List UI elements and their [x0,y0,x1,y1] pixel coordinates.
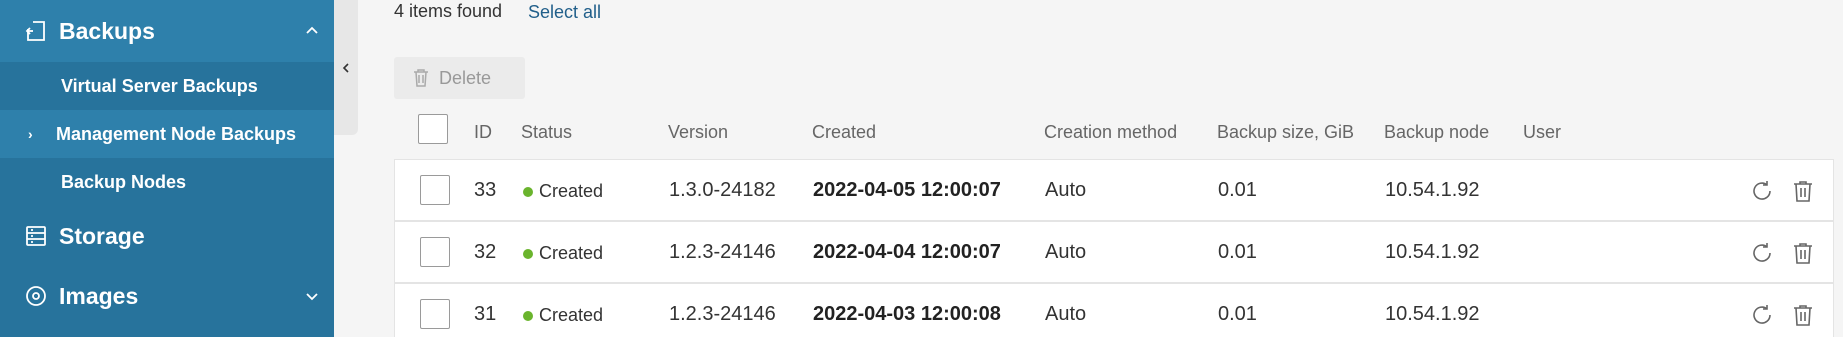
status-badge: Created [523,243,603,264]
trash-icon[interactable] [1791,303,1815,327]
cell-method: Auto [1045,179,1087,201]
nav-storage-label: Storage [59,222,145,249]
cell-version: 1.3.0-24182 [669,179,776,201]
sidebar-item-label: Virtual Server Backups [61,75,258,96]
chevron-up-icon[interactable] [304,23,320,39]
restore-icon[interactable] [1750,303,1774,327]
status-badge: Created [523,181,603,202]
cell-version: 1.2.3-24146 [669,241,776,263]
storage-icon [24,224,48,248]
select-all-link[interactable]: Select all [528,2,601,23]
chevron-down-icon[interactable] [304,288,320,304]
status-badge: Created [523,305,603,326]
select-all-checkbox[interactable] [418,114,448,144]
cell-version: 1.2.3-24146 [669,303,776,325]
sidebar-collapse-button[interactable] [334,0,358,135]
trash-icon[interactable] [1791,241,1815,265]
cell-size: 0.01 [1218,241,1257,263]
cell-size: 0.01 [1218,179,1257,201]
column-header-version[interactable]: Version [668,122,728,143]
nav-backups-label: Backups [59,17,155,44]
restore-icon[interactable] [1750,179,1774,203]
cell-node: 10.54.1.92 [1385,241,1480,263]
row-checkbox[interactable] [420,175,450,205]
sidebar-item-backup-nodes[interactable]: Backup Nodes [0,158,334,206]
cell-created: 2022-04-03 12:00:08 [813,303,1001,325]
row-checkbox[interactable] [420,237,450,267]
column-header-status[interactable]: Status [521,122,572,143]
column-header-created[interactable]: Created [812,122,876,143]
cell-id: 31 [474,303,497,325]
table-row[interactable]: 31 Created 1.2.3-24146 2022-04-03 12:00:… [394,283,1834,337]
sidebar: Backups Virtual Server Backups › Managem… [0,0,334,337]
restore-icon[interactable] [1750,241,1774,265]
nav-images[interactable]: Images [0,266,334,326]
trash-icon [412,68,430,93]
status-dot-icon [523,186,533,197]
cell-created: 2022-04-05 12:00:07 [813,179,1001,201]
backup-icon [24,19,48,43]
column-header-creation-method[interactable]: Creation method [1044,122,1177,143]
column-header-user[interactable]: User [1523,122,1561,143]
cell-id: 32 [474,241,497,263]
cell-node: 10.54.1.92 [1385,179,1480,201]
nav-backups[interactable]: Backups [0,0,334,62]
table-row[interactable]: 32 Created 1.2.3-24146 2022-04-04 12:00:… [394,221,1834,283]
column-header-backup-size[interactable]: Backup size, GiB [1217,122,1354,143]
cell-status: Created [539,181,604,201]
caret-right-icon: › [28,126,33,142]
status-dot-icon [523,248,533,259]
sidebar-item-label: Management Node Backups [56,123,297,144]
cell-status: Created [539,305,604,325]
trash-icon[interactable] [1791,179,1815,203]
cell-method: Auto [1045,241,1087,263]
sidebar-item-virtual-server-backups[interactable]: Virtual Server Backups [0,62,334,110]
cell-method: Auto [1045,303,1087,325]
delete-button[interactable]: Delete [394,57,525,99]
status-dot-icon [523,310,533,321]
column-header-id[interactable]: ID [474,122,492,143]
row-checkbox[interactable] [420,299,450,329]
cell-created: 2022-04-04 12:00:07 [813,241,1001,263]
collapse-left-icon [342,63,349,73]
items-found-text: 4 items found [394,1,503,21]
nav-images-label: Images [59,282,139,309]
cell-id: 33 [474,179,497,201]
cell-size: 0.01 [1218,303,1257,325]
table-row[interactable]: 33 Created 1.3.0-24182 2022-04-05 12:00:… [394,159,1834,221]
sidebar-item-management-node-backups[interactable]: › Management Node Backups [0,110,334,158]
nav-storage[interactable]: Storage [0,206,334,266]
images-icon [24,284,48,308]
cell-node: 10.54.1.92 [1385,303,1480,325]
cell-status: Created [539,243,604,263]
column-header-backup-node[interactable]: Backup node [1384,122,1489,143]
sidebar-item-label: Backup Nodes [61,171,187,192]
delete-button-label: Delete [439,67,492,88]
